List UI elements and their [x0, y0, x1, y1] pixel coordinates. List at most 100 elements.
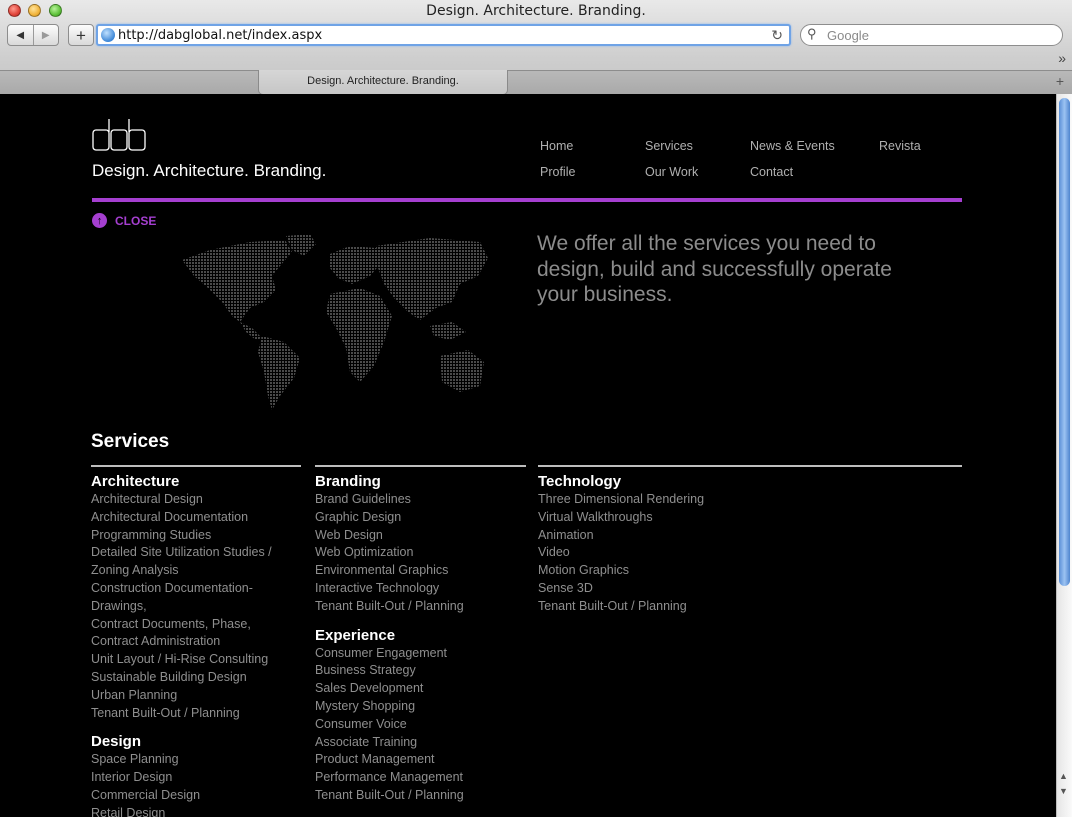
group-branding: Branding Brand Guidelines Graphic Design W… — [315, 473, 526, 616]
services-column-1: Architecture Architectural Design Archite… — [91, 465, 301, 817]
service-item[interactable]: Web Design — [315, 527, 526, 545]
service-item[interactable]: Retail Design — [91, 805, 301, 817]
service-item[interactable]: Drawings, — [91, 598, 301, 616]
search-input[interactable]: ⚲ Google — [800, 24, 1063, 46]
header-divider — [92, 198, 962, 202]
group-title[interactable]: Technology — [538, 473, 962, 491]
service-item[interactable]: Architectural Documentation — [91, 509, 301, 527]
nav-contact[interactable]: Contact — [750, 165, 793, 179]
service-item[interactable]: Sense 3D — [538, 580, 962, 598]
group-title[interactable]: Design — [91, 733, 301, 751]
close-label: CLOSE — [115, 213, 157, 228]
service-list: Brand Guidelines Graphic Design Web Design… — [315, 491, 526, 616]
group-architecture: Architecture Architectural Design Archite… — [91, 473, 301, 722]
service-item[interactable]: Construction Documentation- — [91, 580, 301, 598]
scrollbar-thumb[interactable] — [1059, 98, 1070, 586]
service-item[interactable]: Contract Administration — [91, 633, 301, 651]
tab-active[interactable]: Design. Architecture. Branding. — [258, 70, 508, 95]
close-button[interactable]: ↑ CLOSE — [92, 213, 156, 228]
service-item[interactable]: Animation — [538, 527, 962, 545]
nav-profile[interactable]: Profile — [540, 165, 575, 179]
history-buttons: ◀ ▶ — [7, 24, 59, 46]
column-divider — [538, 465, 962, 467]
world-map-image — [182, 234, 488, 410]
service-item[interactable]: Product Management — [315, 751, 526, 769]
service-item[interactable]: Business Strategy — [315, 662, 526, 680]
add-bookmark-button[interactable]: + — [68, 24, 94, 46]
service-item[interactable]: Urban Planning — [91, 687, 301, 705]
address-bar[interactable]: http://dabglobal.net/index.aspx ↻ — [96, 24, 791, 46]
service-item[interactable]: Video — [538, 544, 962, 562]
service-item[interactable]: Tenant Built-Out / Planning — [91, 705, 301, 723]
globe-icon — [101, 28, 115, 42]
column-divider — [91, 465, 301, 467]
service-item[interactable]: Commercial Design — [91, 787, 301, 805]
site-tagline: Design. Architecture. Branding. — [92, 161, 327, 180]
service-item[interactable]: Performance Management — [315, 769, 526, 787]
service-list: Architectural Design Architectural Docume… — [91, 491, 301, 722]
service-item[interactable]: Zoning Analysis — [91, 562, 301, 580]
tab-strip: Design. Architecture. Branding. + — [0, 70, 1072, 95]
service-list: Three Dimensional Rendering Virtual Walkt… — [538, 491, 962, 616]
service-item[interactable]: Consumer Engagement — [315, 645, 526, 663]
services-column-2: Branding Brand Guidelines Graphic Design W… — [315, 465, 526, 805]
nav-services[interactable]: Services — [645, 139, 693, 153]
service-item[interactable]: Environmental Graphics — [315, 562, 526, 580]
search-icon: ⚲ — [807, 26, 817, 41]
service-item[interactable]: Architectural Design — [91, 491, 301, 509]
services-column-3: Technology Three Dimensional Rendering Vi… — [538, 465, 962, 616]
service-item[interactable]: Space Planning — [91, 751, 301, 769]
arrow-up-icon: ↑ — [92, 213, 107, 228]
service-list: Consumer Engagement Business Strategy Sale… — [315, 645, 526, 805]
service-item[interactable]: Motion Graphics — [538, 562, 962, 580]
forward-button[interactable]: ▶ — [32, 25, 59, 45]
back-button[interactable]: ◀ — [8, 25, 33, 45]
group-title[interactable]: Branding — [315, 473, 526, 491]
search-placeholder: Google — [827, 28, 869, 43]
nav-news-events[interactable]: News & Events — [750, 139, 835, 153]
group-technology: Technology Three Dimensional Rendering Vi… — [538, 473, 962, 616]
service-item[interactable]: Sustainable Building Design — [91, 669, 301, 687]
service-item[interactable]: Virtual Walkthroughs — [538, 509, 962, 527]
group-title[interactable]: Architecture — [91, 473, 301, 491]
service-item[interactable]: Interactive Technology — [315, 580, 526, 598]
title-bar: Design. Architecture. Branding. — [0, 0, 1072, 22]
group-design: Design Space Planning Interior Design Comm… — [91, 733, 301, 817]
browser-toolbar: ◀ ▶ + http://dabglobal.net/index.aspx ↻ … — [0, 22, 1072, 50]
scroll-down-icon[interactable]: ▼ — [1059, 786, 1068, 796]
service-item[interactable]: Associate Training — [315, 734, 526, 752]
browser-chrome: Design. Architecture. Branding. ◀ ▶ + ht… — [0, 0, 1072, 95]
nav-our-work[interactable]: Our Work — [645, 165, 698, 179]
services-heading: Services — [91, 431, 170, 452]
service-item[interactable]: Tenant Built-Out / Planning — [315, 787, 526, 805]
group-experience: Experience Consumer Engagement Business S… — [315, 627, 526, 805]
window-title: Design. Architecture. Branding. — [426, 3, 646, 19]
service-item[interactable]: Tenant Built-Out / Planning — [315, 598, 526, 616]
scroll-up-icon[interactable]: ▲ — [1059, 771, 1068, 781]
reload-icon[interactable]: ↻ — [771, 27, 783, 44]
service-item[interactable]: Sales Development — [315, 680, 526, 698]
web-page: Design. Architecture. Branding. Home Ser… — [0, 94, 1056, 817]
service-item[interactable]: Brand Guidelines — [315, 491, 526, 509]
service-item[interactable]: Interior Design — [91, 769, 301, 787]
dab-logo[interactable] — [92, 118, 146, 152]
bookmarks-overflow-icon[interactable]: » — [1058, 50, 1066, 66]
service-item[interactable]: Mystery Shopping — [315, 698, 526, 716]
group-title[interactable]: Experience — [315, 627, 526, 645]
service-item[interactable]: Web Optimization — [315, 544, 526, 562]
vertical-scrollbar[interactable]: ▲ ▼ — [1056, 94, 1072, 817]
column-divider — [315, 465, 526, 467]
service-item[interactable]: Consumer Voice — [315, 716, 526, 734]
service-item[interactable]: Tenant Built-Out / Planning — [538, 598, 962, 616]
nav-home[interactable]: Home — [540, 139, 573, 153]
url-text[interactable]: http://dabglobal.net/index.aspx — [118, 28, 322, 43]
service-item[interactable]: Three Dimensional Rendering — [538, 491, 962, 509]
service-item[interactable]: Detailed Site Utilization Studies / — [91, 544, 301, 562]
service-item[interactable]: Programming Studies — [91, 527, 301, 545]
service-item[interactable]: Contract Documents, Phase, — [91, 616, 301, 634]
nav-revista[interactable]: Revista — [879, 139, 921, 153]
service-item[interactable]: Unit Layout / Hi-Rise Consulting — [91, 651, 301, 669]
services-intro: We offer all the services you need to de… — [537, 232, 892, 306]
service-item[interactable]: Graphic Design — [315, 509, 526, 527]
new-tab-icon[interactable]: + — [1056, 73, 1064, 89]
